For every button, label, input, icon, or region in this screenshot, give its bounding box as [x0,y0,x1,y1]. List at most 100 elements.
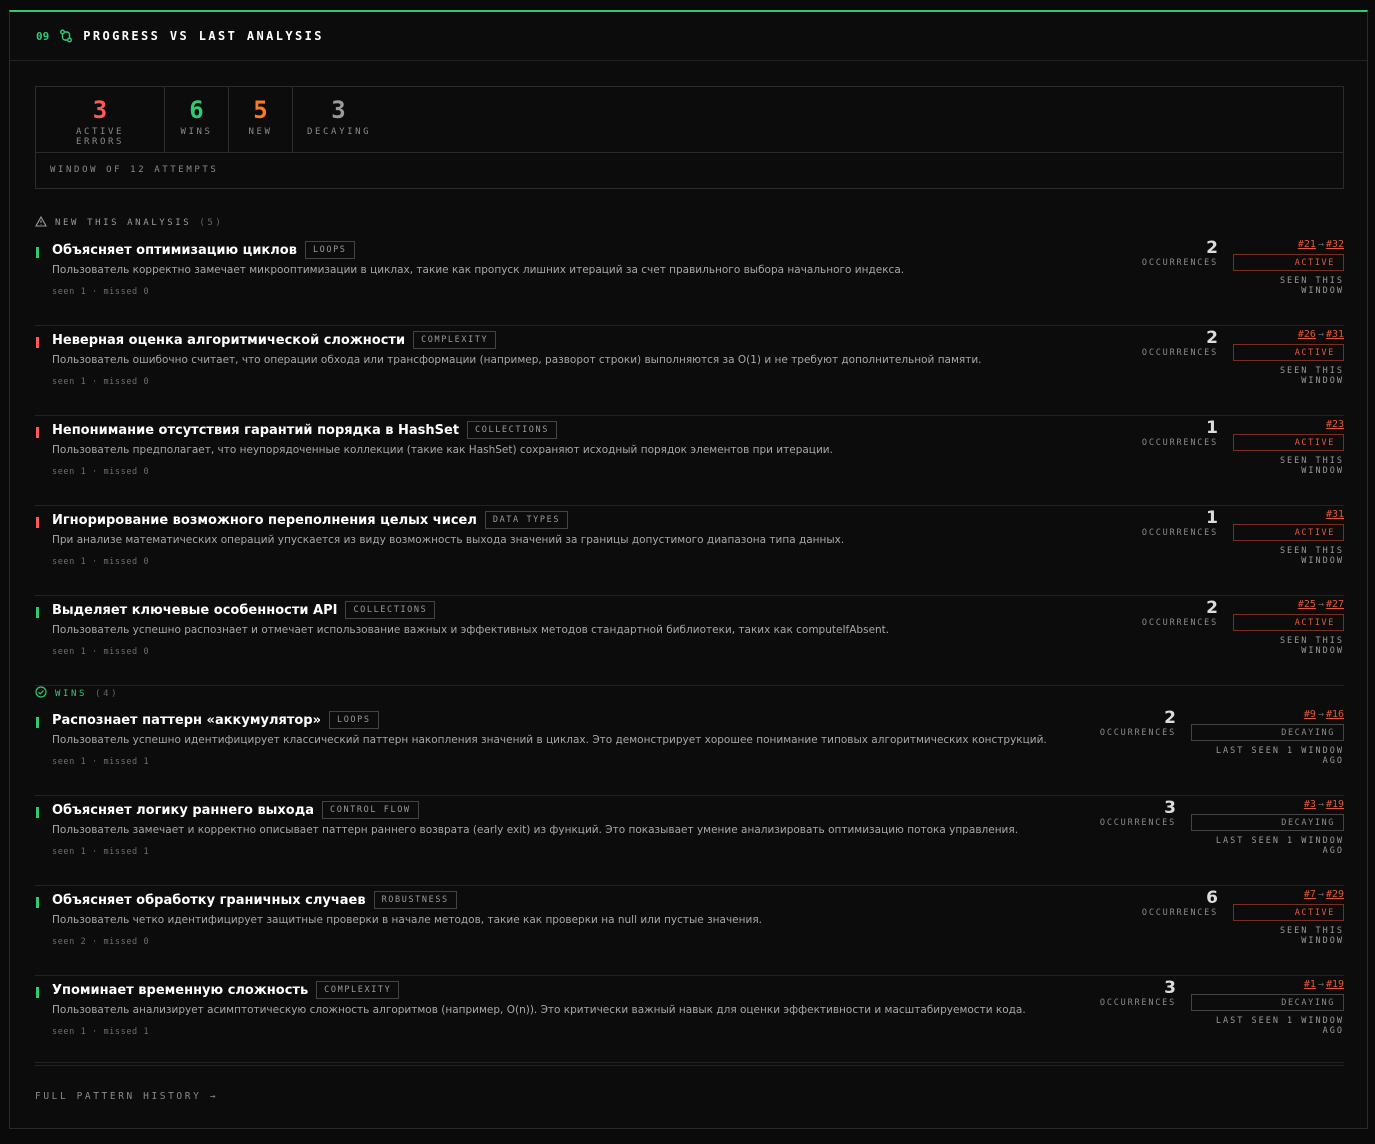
range-from[interactable]: #9 [1304,709,1316,720]
item-title-row: Выделяет ключевые особенности API COLLECT… [52,601,436,619]
pattern-item[interactable]: Неверная оценка алгоритмической сложност… [35,326,1344,416]
section-wins-header: WINS (4) [35,686,119,701]
range-to[interactable]: #27 [1326,599,1344,610]
seen-window: SEEN THIS WINDOW [1279,926,1344,946]
occurrences: 2 OCCURRENCES [1142,598,1218,628]
range-from[interactable]: #7 [1304,889,1316,900]
item-status-block: #23 ACTIVE SEEN THIS WINDOW [1233,419,1344,476]
item-meta: seen 1 · missed 0 [52,287,150,297]
item-title: Выделяет ключевые особенности API [52,602,338,618]
range-to[interactable]: #16 [1326,709,1344,720]
status-badge: ACTIVE [1233,344,1344,361]
status-bar [36,987,39,998]
item-title: Непонимание отсутствия гарантий порядка … [52,422,460,438]
range-from[interactable]: #25 [1298,599,1316,610]
status-bar [36,247,39,258]
occurrences-label: OCCURRENCES [1141,438,1218,448]
seen-window: LAST SEEN 1 WINDOW AGO [1215,746,1344,766]
item-status-block: #25 → #27 ACTIVE SEEN THIS WINDOW [1233,599,1344,656]
occurrences: 2 OCCURRENCES [1142,238,1218,268]
panel-header: 09 PROGRESS VS LAST ANALYSIS [10,12,1367,61]
stat-wins: 6 WINS [165,87,229,152]
footer-divider [35,1062,1344,1063]
window-label: WINDOW OF 12 ATTEMPTS [50,165,219,175]
attempt-range: #25 → #27 [1297,599,1344,610]
range-from[interactable]: #1 [1304,979,1316,990]
range-to[interactable]: #32 [1326,239,1344,250]
occurrences-value: 3 [1164,978,1176,998]
stat-active-errors: 3 ACTIVE ERRORS [36,87,165,152]
attempt-range: #23 [1233,419,1344,430]
range-from[interactable]: #21 [1298,239,1316,250]
status-bar [36,427,39,438]
status-badge: ACTIVE [1233,614,1344,631]
stat-value: 3 [92,96,108,124]
occurrences: 3 OCCURRENCES [1100,798,1176,828]
pattern-item[interactable]: Игнорирование возможного переполнения це… [35,506,1344,596]
item-title-row: Объясняет оптимизацию циклов LOOPS [52,241,355,259]
pattern-item[interactable]: Выделяет ключевые особенности API COLLECT… [35,596,1344,686]
range-from[interactable]: #3 [1304,799,1316,810]
item-title: Объясняет оптимизацию циклов [52,242,297,258]
status-bar [36,717,39,728]
item-description: Пользователь успешно идентифицирует клас… [52,734,1047,746]
range-to[interactable]: #29 [1326,889,1344,900]
item-status-block: #31 ACTIVE SEEN THIS WINDOW [1233,509,1344,566]
item-meta: seen 1 · missed 1 [52,847,150,857]
item-status-block: #3 → #19 DECAYING LAST SEEN 1 WINDOW AGO [1191,799,1344,856]
section-new-header: NEW THIS ANALYSIS (5) [35,215,223,230]
occurrences-value: 3 [1164,798,1176,818]
attempt-range: #3 → #19 [1303,799,1344,810]
pattern-item[interactable]: Объясняет оптимизацию циклов LOOPS Пользов… [35,236,1344,326]
attempt-range: #31 [1233,509,1344,520]
pattern-item[interactable]: Объясняет обработку граничных случаев ROB… [35,886,1344,976]
full-history-link[interactable]: FULL PATTERN HISTORY → [35,1091,218,1102]
item-title: Объясняет логику раннего выхода [52,802,315,818]
attempt-range: #7 → #29 [1303,889,1344,900]
stat-label: ACTIVE ERRORS [75,127,125,147]
item-title: Распознает паттерн «аккумулятор» [52,712,321,728]
range-to[interactable]: #31 [1326,509,1344,520]
item-description: Пользователь предполагает, что неупорядо… [52,444,833,456]
item-description: Пользователь четко идентифицирует защитн… [52,914,762,926]
item-status-block: #1 → #19 DECAYING LAST SEEN 1 WINDOW AGO [1191,979,1344,1036]
range-from[interactable]: #26 [1298,329,1316,340]
item-description: Пользователь ошибочно считает, что опера… [52,354,982,366]
pattern-item[interactable]: Объясняет логику раннего выхода CONTROL F… [35,796,1344,886]
attempt-range: #9 → #16 [1303,709,1344,720]
stat-label: DECAYING [307,127,372,137]
range-to[interactable]: #19 [1326,799,1344,810]
occurrences-value: 1 [1206,418,1218,438]
status-bar [36,897,39,908]
range-to[interactable]: #19 [1326,979,1344,990]
seen-window: SEEN THIS WINDOW [1279,456,1344,476]
panel-title: PROGRESS VS LAST ANALYSIS [83,29,324,43]
item-title-row: Объясняет логику раннего выхода CONTROL F… [52,801,419,819]
item-meta: seen 2 · missed 0 [52,937,150,947]
item-title: Объясняет обработку граничных случаев [52,892,366,908]
seen-window: SEEN THIS WINDOW [1279,366,1344,386]
attempt-range: #1 → #19 [1303,979,1344,990]
pattern-item[interactable]: Непонимание отсутствия гарантий порядка … [35,416,1344,506]
item-meta: seen 1 · missed 0 [52,647,150,657]
git-compare-icon [59,29,73,43]
item-description: Пользователь успешно распознает и отмеча… [52,624,890,636]
occurrences-label: OCCURRENCES [1141,618,1218,628]
occurrences-value: 1 [1206,508,1218,528]
item-description: Пользователь анализирует асимптотическую… [52,1004,1026,1016]
occurrences: 1 OCCURRENCES [1142,508,1218,538]
stat-new: 5 NEW [229,87,293,152]
pattern-item[interactable]: Распознает паттерн «аккумулятор» LOOPS Пол… [35,706,1344,796]
stat-label: WINS [180,127,213,137]
range-to[interactable]: #23 [1326,419,1344,430]
range-to[interactable]: #31 [1326,329,1344,340]
status-bar [36,807,39,818]
section-new-label: NEW THIS ANALYSIS [55,218,192,228]
pattern-item[interactable]: Упоминает временную сложность COMPLEXITY П… [35,976,1344,1066]
item-meta: seen 1 · missed 1 [52,757,150,767]
item-tag: COMPLEXITY [413,331,497,349]
stat-label: NEW [248,127,273,137]
item-status-block: #9 → #16 DECAYING LAST SEEN 1 WINDOW AGO [1191,709,1344,766]
item-tag: COLLECTIONS [345,601,436,619]
attempt-range: #26 → #31 [1297,329,1344,340]
